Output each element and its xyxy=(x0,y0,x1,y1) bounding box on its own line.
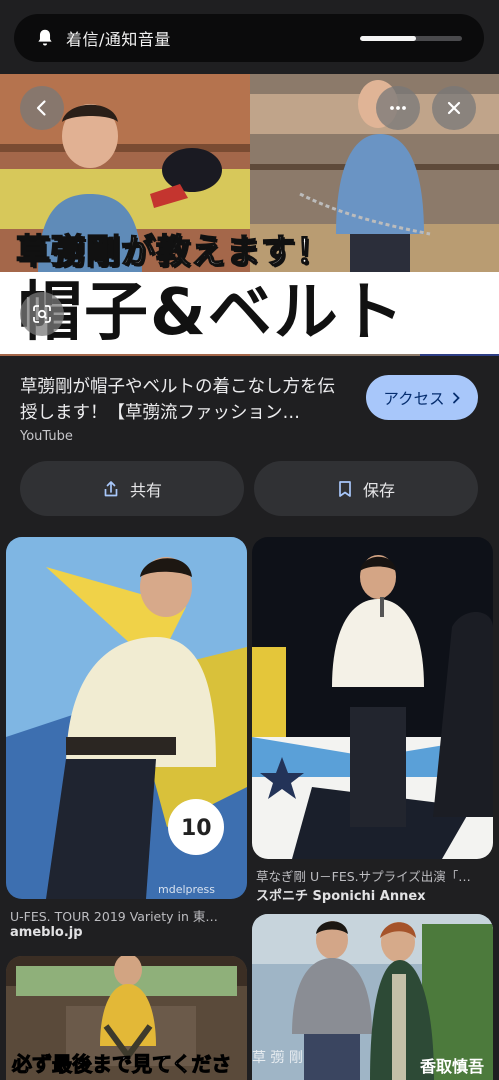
volume-indicator: 着信/通知音量 xyxy=(14,14,484,62)
back-button[interactable] xyxy=(20,86,64,130)
card-source: スポニチ Sponichi Annex xyxy=(256,889,426,904)
image-result-card[interactable]: 10 mdelpress xyxy=(6,537,247,899)
volume-bar xyxy=(360,36,462,41)
card-caption: 草なぎ剛 U－FES.サプライズ出演「… xyxy=(256,869,471,884)
chevron-right-icon xyxy=(452,392,460,403)
result-title[interactable]: 草彅剛が帽子やベルトの着こなし方を伝授します！【草彅流ファッション… xyxy=(20,374,352,426)
more-horizontal-icon xyxy=(390,106,406,110)
volume-label: 着信/通知音量 xyxy=(66,30,171,49)
watermark: mdelpress xyxy=(158,883,216,896)
hero-banner-line1: 草彅剛が教えます！ xyxy=(15,231,331,273)
hero-banner-line2: 帽子&ベルト xyxy=(18,276,406,350)
overlay-caption: 草 彅 剛 xyxy=(252,1050,303,1066)
image-result-card[interactable]: 必ず最後まで見てください xyxy=(6,956,247,1080)
lens-search-button[interactable] xyxy=(20,292,64,336)
result-source: YouTube xyxy=(20,429,73,444)
result-photo: 10 xyxy=(6,537,247,899)
overlay-caption: 香取慎吾 xyxy=(420,1057,485,1076)
hero-banner-background: 帽子&ベルト xyxy=(0,272,499,354)
access-label: アクセス xyxy=(383,389,445,408)
image-result-card[interactable]: 草 彅 剛 香取慎吾 xyxy=(252,914,493,1080)
image-result-card[interactable] xyxy=(252,537,493,859)
result-photo xyxy=(252,537,493,859)
share-label: 共有 xyxy=(129,480,162,500)
svg-text:10: 10 xyxy=(181,816,212,841)
bookmark-icon xyxy=(339,480,351,497)
close-icon xyxy=(447,101,461,115)
card-source: ameblo.jp xyxy=(10,925,83,940)
overlay-caption: 必ず最後まで見てください xyxy=(12,1052,232,1077)
hero-image[interactable]: 草彅剛が教えます！ 帽子&ベルト xyxy=(0,74,499,356)
share-icon xyxy=(104,480,118,496)
bell-icon xyxy=(38,29,52,46)
save-label: 保存 xyxy=(362,480,395,500)
save-button[interactable]: 保存 xyxy=(254,461,478,516)
access-button[interactable]: アクセス xyxy=(366,375,478,420)
more-options-button[interactable] xyxy=(376,86,420,130)
card-caption: U-FES. TOUR 2019 Variety in 東… xyxy=(10,909,218,924)
lens-icon xyxy=(33,305,51,323)
close-button[interactable] xyxy=(432,86,476,130)
volume-bar-fill xyxy=(360,36,417,41)
share-button[interactable]: 共有 xyxy=(20,461,244,516)
chevron-left-icon xyxy=(36,100,46,116)
